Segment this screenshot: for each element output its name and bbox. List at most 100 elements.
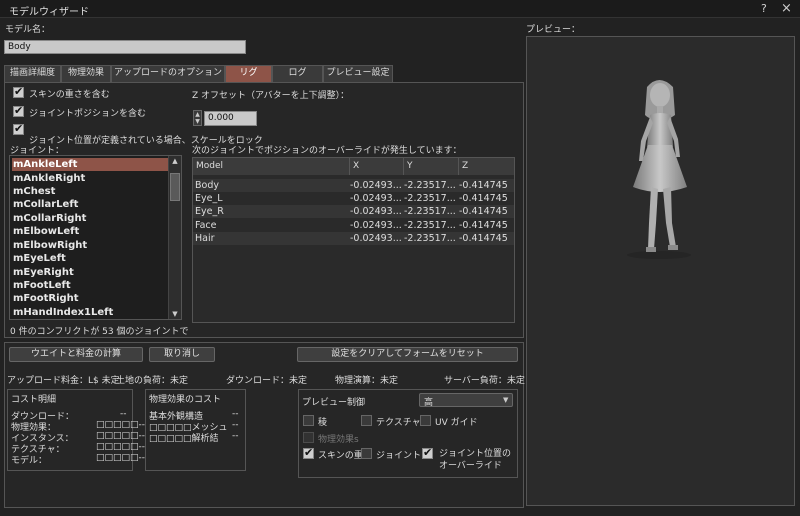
cost-label-model: モデル：: [11, 456, 48, 466]
override-table: Model X Y Z Body -0.02493... -2.23517...…: [192, 157, 515, 323]
clear-reset-button[interactable]: 設定をクリアしてフォームをリセット: [297, 347, 518, 362]
joint-item[interactable]: mChest: [12, 185, 174, 198]
cell-z: -0.414745: [459, 193, 508, 204]
cell-z: -0.414745: [459, 233, 508, 244]
skin-weights-label: スキンの重さを含む: [29, 90, 110, 100]
column-header-y[interactable]: Y: [404, 158, 459, 175]
table-row[interactable]: Face -0.02493... -2.23517... -0.414745: [193, 219, 514, 232]
download-status: ダウンロード：未定: [226, 376, 308, 386]
z-offset-field[interactable]: 0.000: [204, 111, 257, 126]
column-header-model[interactable]: Model: [193, 158, 350, 175]
physics-checkbox[interactable]: [303, 432, 314, 443]
joint-positions-checkbox[interactable]: [13, 104, 24, 117]
edges-label: 稜: [318, 418, 328, 428]
joint-item[interactable]: mCollarRight: [12, 212, 174, 225]
cell-x: -0.02493...: [350, 180, 402, 191]
close-icon[interactable]: ×: [781, 1, 792, 16]
uv-guide-checkbox[interactable]: [420, 415, 431, 426]
tab-preview-settings[interactable]: プレビュー設定: [323, 65, 393, 82]
joint-item[interactable]: mElbowRight: [12, 239, 174, 252]
cancel-button[interactable]: 取り消し: [149, 347, 215, 362]
tab-rig[interactable]: リグ: [225, 65, 272, 82]
z-offset-spinner[interactable]: ▲ ▼: [193, 110, 202, 126]
joint-item[interactable]: mAnkleRight: [12, 172, 174, 185]
tab-upload-options[interactable]: アップロードのオプション: [111, 65, 225, 82]
cell-x: -0.02493...: [350, 206, 402, 217]
scroll-thumb[interactable]: [170, 173, 180, 201]
window-title: モデルウィザード: [9, 7, 89, 18]
column-header-z[interactable]: Z: [459, 158, 514, 175]
cell-x: -0.02493...: [350, 193, 402, 204]
physics-label: 物理効果s: [318, 435, 359, 445]
upload-fee-status: アップロード料金：L$ 未定: [7, 376, 120, 386]
physics-status: 物理演算：未定: [335, 376, 399, 386]
cost-value-model: □□□□□--: [96, 453, 146, 463]
lod-select-value: 高: [424, 398, 434, 408]
preview-viewport[interactable]: [526, 36, 795, 506]
model-name-field[interactable]: Body: [4, 40, 246, 54]
cost-value-instance: □□□□□--: [96, 431, 146, 441]
joint-list-scrollbar[interactable]: ▲ ▼: [168, 156, 181, 319]
joint-item[interactable]: mHandIndex1Left: [12, 306, 174, 319]
server-status: サーバー負荷：未定: [444, 376, 525, 386]
joint-positions-label: ジョイントポジションを含む: [29, 109, 147, 119]
table-row[interactable]: Eye_R -0.02493... -2.23517... -0.414745: [193, 205, 514, 218]
cell-y: -2.23517...: [404, 206, 456, 217]
joint-item[interactable]: mEyeLeft: [12, 252, 174, 265]
cell-model: Body: [195, 180, 219, 191]
edges-checkbox[interactable]: [303, 415, 314, 426]
cost-breakdown-box: コスト明細 ダウンロード： -- 物理効果： □□□□□-- インスタンス： □…: [7, 389, 145, 471]
preview-controls-title: プレビュー制御: [302, 398, 366, 408]
preview-skin-weights-checkbox[interactable]: [303, 446, 314, 459]
cell-model: Eye_L: [195, 193, 223, 204]
joint-item[interactable]: mEyeRight: [12, 266, 174, 279]
joint-item[interactable]: mFootLeft: [12, 279, 174, 292]
cell-z: -0.414745: [459, 180, 508, 191]
cost-value-download: --: [120, 409, 127, 419]
column-header-x[interactable]: X: [350, 158, 404, 175]
override-label: 次のジョイントでポジションのオーバーライドが発生しています：: [192, 146, 462, 156]
physics-cost-value: --: [232, 420, 239, 430]
tab-lod[interactable]: 描画詳細度: [4, 65, 61, 82]
preview-joints-checkbox[interactable]: [361, 448, 372, 459]
conflict-text: 0 件のコンフリクトが 53 個のジョイントで: [10, 327, 189, 337]
cell-y: -2.23517...: [404, 220, 456, 231]
z-offset-label: Z オフセット（アバターを上下調整）：: [192, 91, 350, 101]
table-row[interactable]: Hair -0.02493... -2.23517... -0.414745: [193, 232, 514, 245]
cell-z: -0.414745: [459, 206, 508, 217]
joint-item[interactable]: mCollarLeft: [12, 198, 174, 211]
scroll-up-icon[interactable]: ▲: [169, 156, 181, 166]
lod-select[interactable]: 高 ▼: [419, 393, 513, 408]
calculate-button[interactable]: ウエイトと料金の計算: [9, 347, 143, 362]
physics-cost-value: --: [232, 431, 239, 441]
cell-x: -0.02493...: [350, 233, 402, 244]
table-row[interactable]: Eye_L -0.02493... -2.23517... -0.414745: [193, 192, 514, 205]
help-icon[interactable]: ?: [761, 2, 767, 15]
spin-down-icon[interactable]: ▼: [194, 118, 201, 125]
textures-checkbox[interactable]: [361, 415, 372, 426]
title-bar: モデルウィザード ? ×: [0, 0, 800, 18]
physics-cost-box: 物理効果のコスト 基本外観構造 -- □□□□□メッシュ -- □□□□□解析結…: [145, 389, 246, 471]
cost-value-texture: □□□□□--: [96, 442, 146, 452]
joint-item[interactable]: mFootRight: [12, 292, 174, 305]
lock-scale-checkbox[interactable]: [13, 122, 24, 135]
table-row[interactable]: Body -0.02493... -2.23517... -0.414745: [193, 179, 514, 192]
uv-guide-label: UV ガイド: [435, 418, 478, 428]
tab-log[interactable]: ログ: [272, 65, 323, 82]
cost-value-physics: □□□□□--: [96, 420, 146, 430]
avatar-preview-image: [627, 80, 691, 259]
chevron-down-icon: ▼: [503, 396, 509, 404]
cost-breakdown-title: コスト明細: [11, 395, 57, 405]
skin-weights-checkbox[interactable]: [13, 85, 24, 98]
spin-up-icon[interactable]: ▲: [194, 111, 201, 118]
tab-physics[interactable]: 物理効果: [61, 65, 111, 82]
physics-cost-label: □□□□□解析結: [149, 434, 219, 444]
cell-model: Hair: [195, 233, 215, 244]
joint-item[interactable]: mElbowLeft: [12, 225, 174, 238]
joint-overrides-checkbox[interactable]: [422, 446, 433, 459]
scroll-down-icon[interactable]: ▼: [169, 309, 181, 319]
cell-model: Face: [195, 220, 217, 231]
cell-y: -2.23517...: [404, 233, 456, 244]
joint-item[interactable]: mAnkleLeft: [12, 158, 174, 171]
joint-list[interactable]: mAnkleLeft mAnkleRight mChest mCollarLef…: [9, 155, 182, 320]
